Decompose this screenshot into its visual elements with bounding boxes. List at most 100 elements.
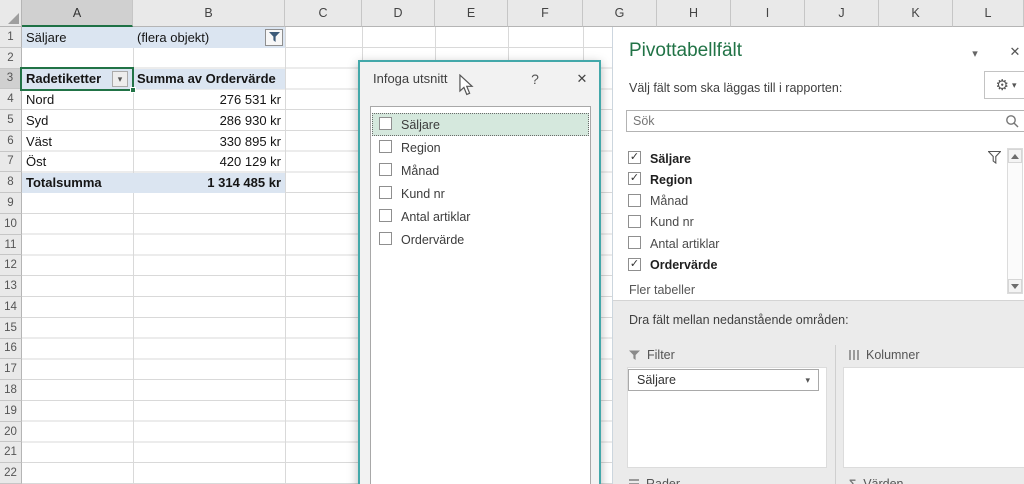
column-header-e[interactable]: E: [435, 0, 508, 27]
row-header-20[interactable]: 20: [0, 422, 22, 443]
chevron-down-icon: ▾: [805, 375, 810, 386]
panel-field-row[interactable]: Kund nr: [613, 212, 1003, 233]
row-header-17[interactable]: 17: [0, 359, 22, 380]
panel-field-row[interactable]: ✓Region: [613, 169, 1003, 190]
row-header-18[interactable]: 18: [0, 380, 22, 401]
more-tables-link[interactable]: Fler tabeller: [629, 283, 695, 297]
checkbox[interactable]: ✓: [628, 151, 641, 164]
column-header-l[interactable]: L: [953, 0, 1024, 27]
slicer-field-list: SäljareRegionMånadKund nrAntal artiklarO…: [370, 106, 591, 484]
panel-field-row[interactable]: Antal artiklar: [613, 233, 1003, 254]
pivot-row-value[interactable]: 330 895 kr: [133, 131, 285, 152]
column-header-b[interactable]: B: [133, 0, 285, 27]
pivot-row-label[interactable]: Väst: [22, 131, 133, 152]
row-header-10[interactable]: 10: [0, 214, 22, 235]
dialog-help-button[interactable]: ?: [524, 68, 546, 90]
column-header-g[interactable]: G: [583, 0, 657, 27]
row-header-13[interactable]: 13: [0, 276, 22, 297]
slicer-field-option[interactable]: Säljare: [372, 113, 589, 136]
search-input[interactable]: [626, 110, 1024, 132]
slicer-field-option[interactable]: Region: [372, 136, 589, 159]
slicer-field-option[interactable]: Ordervärde: [372, 228, 589, 251]
columns-area-dropzone[interactable]: [843, 367, 1024, 468]
pivot-row-value[interactable]: 286 930 kr: [133, 110, 285, 131]
field-list-scrollbar[interactable]: [1007, 148, 1023, 294]
mouse-cursor: [456, 74, 476, 96]
column-header-a[interactable]: A: [22, 0, 133, 27]
slicer-field-option[interactable]: Antal artiklar: [372, 205, 589, 228]
pivot-row-label[interactable]: Nord: [22, 89, 133, 110]
checkbox[interactable]: [379, 140, 392, 153]
checkbox[interactable]: [628, 215, 641, 228]
filter-field-name: Säljare: [637, 373, 676, 387]
checkbox[interactable]: [379, 117, 392, 130]
column-header-f[interactable]: F: [508, 0, 583, 27]
panel-field-row[interactable]: ✓ Ordervärde: [613, 255, 1003, 276]
row-header-21[interactable]: 21: [0, 442, 22, 463]
tools-button[interactable]: ⚙ ▾: [984, 71, 1024, 99]
checkbox[interactable]: [628, 194, 641, 207]
checkbox[interactable]: ✓: [628, 172, 641, 185]
field-filtered-icon: [988, 151, 1001, 169]
rows-area-label: Rader: [646, 477, 680, 484]
rows-area-header: Rader: [629, 476, 680, 484]
cell-total-value[interactable]: 1 314 485 kr: [133, 173, 285, 194]
column-header-c[interactable]: C: [285, 0, 362, 27]
checkbox[interactable]: ✓: [628, 258, 641, 271]
row-header-19[interactable]: 19: [0, 401, 22, 422]
checkbox[interactable]: [379, 163, 392, 176]
pivot-row-label[interactable]: Öst: [22, 152, 133, 173]
pane-options-arrow[interactable]: ▾: [965, 43, 985, 63]
row-header-22[interactable]: 22: [0, 463, 22, 484]
column-header-h[interactable]: H: [657, 0, 731, 27]
dialog-close-button[interactable]: ✕: [570, 68, 594, 90]
panel-field-label: Ordervärde: [650, 255, 717, 276]
row-header-2[interactable]: 2: [0, 48, 22, 69]
pivot-row-value[interactable]: 276 531 kr: [133, 89, 285, 110]
pivot-row-label[interactable]: Syd: [22, 110, 133, 131]
column-header-j[interactable]: J: [805, 0, 879, 27]
gear-icon: ⚙: [996, 76, 1009, 94]
column-header-i[interactable]: I: [731, 0, 805, 27]
row-header-6[interactable]: 6: [0, 131, 22, 152]
slicer-field-label: Ordervärde: [401, 228, 464, 251]
row-header-1[interactable]: 1: [0, 27, 22, 48]
scroll-up-button[interactable]: [1008, 149, 1022, 163]
column-header-k[interactable]: K: [879, 0, 953, 27]
column-header-d[interactable]: D: [362, 0, 435, 27]
checkbox[interactable]: [379, 209, 392, 222]
columns-icon: [849, 350, 859, 360]
dialog-title: Infoga utsnitt: [373, 71, 447, 86]
filter-area-field-chip[interactable]: Säljare ▾: [628, 369, 819, 391]
cell-a1-filter-field[interactable]: Säljare: [22, 27, 133, 48]
row-header-7[interactable]: 7: [0, 152, 22, 173]
row-header-14[interactable]: 14: [0, 297, 22, 318]
panel-field-row[interactable]: ✓Säljare: [613, 148, 1003, 169]
cell-b1-filter-value[interactable]: (flera objekt): [133, 27, 285, 48]
checkbox[interactable]: [379, 232, 392, 245]
panel-field-row[interactable]: Månad: [613, 191, 1003, 212]
pivot-filter-button[interactable]: [265, 29, 283, 46]
checkbox[interactable]: [628, 236, 641, 249]
row-header-11[interactable]: 11: [0, 235, 22, 256]
pane-close-button[interactable]: ✕: [1005, 42, 1024, 62]
slicer-field-option[interactable]: Månad: [372, 159, 589, 182]
row-header-9[interactable]: 9: [0, 193, 22, 214]
cell-b3-value-header[interactable]: Summa av Ordervärde: [133, 69, 285, 90]
row-header-15[interactable]: 15: [0, 318, 22, 339]
row-header-3[interactable]: 3: [0, 69, 22, 90]
scroll-up-icon: [1011, 154, 1019, 159]
row-header-8[interactable]: 8: [0, 172, 22, 193]
row-header-4[interactable]: 4: [0, 89, 22, 110]
row-header-5[interactable]: 5: [0, 110, 22, 131]
cell-total-label[interactable]: Totalsumma: [22, 173, 133, 194]
slicer-field-option[interactable]: Kund nr: [372, 182, 589, 205]
row-header-12[interactable]: 12: [0, 255, 22, 276]
pivot-row-value[interactable]: 420 129 kr: [133, 152, 285, 173]
scroll-down-button[interactable]: [1008, 279, 1022, 293]
checkbox[interactable]: [379, 186, 392, 199]
pivot-fields-pane: Pivottabellfält ▾ ✕ Välj fält som ska lä…: [612, 27, 1024, 484]
row-header-16[interactable]: 16: [0, 339, 22, 360]
columns-area-label: Kolumner: [866, 348, 920, 362]
select-all-button[interactable]: [0, 0, 22, 27]
